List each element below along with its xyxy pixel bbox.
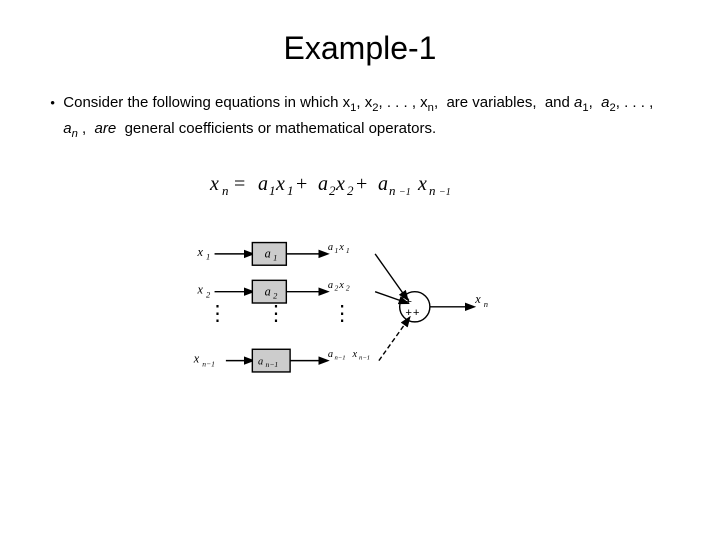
diagram-svg: x 1 a 1 a 1 x 1 x 2 a 2 a 2: [190, 220, 530, 420]
svg-text:+: +: [296, 173, 307, 195]
svg-text:x: x: [417, 173, 427, 195]
svg-text:+: +: [356, 173, 367, 195]
equation-svg: x n = a 1 x 1 + a 2 x 2 + a n −1 x n −1: [200, 162, 520, 202]
svg-text:x: x: [474, 292, 481, 306]
svg-text:n−1: n−1: [266, 360, 279, 369]
svg-text:+: +: [405, 307, 412, 319]
svg-text:a: a: [378, 173, 388, 195]
svg-text:n−1: n−1: [335, 355, 346, 362]
svg-text:x: x: [351, 349, 357, 360]
svg-text:1: 1: [287, 183, 294, 198]
svg-text:n: n: [222, 183, 229, 198]
block-diagram: x 1 a 1 a 1 x 1 x 2 a 2 a 2: [50, 220, 670, 510]
svg-text:x: x: [193, 351, 200, 365]
bullet-point: • Consider the following equations in wh…: [50, 91, 670, 144]
svg-text:=: =: [234, 173, 245, 195]
svg-text:x: x: [197, 282, 204, 296]
bullet-text: Consider the following equations in whic…: [63, 91, 670, 144]
svg-text:2: 2: [347, 183, 354, 198]
svg-text:n: n: [389, 183, 396, 198]
svg-text:+: +: [413, 307, 420, 319]
svg-text:a: a: [265, 247, 271, 261]
svg-text:2: 2: [335, 284, 339, 293]
svg-text:2: 2: [206, 289, 211, 299]
svg-text:1: 1: [269, 183, 276, 198]
svg-text:⋮: ⋮: [207, 302, 228, 325]
page-title: Example-1: [50, 30, 670, 67]
svg-text:a: a: [328, 242, 333, 253]
bullet-symbol: •: [50, 93, 55, 116]
svg-text:n: n: [484, 299, 488, 309]
svg-text:a: a: [258, 173, 268, 195]
svg-text:x: x: [275, 173, 285, 195]
svg-text:2: 2: [346, 284, 350, 293]
svg-text:a: a: [328, 349, 333, 360]
equation-display: x n = a 1 x 1 + a 2 x 2 + a n −1 x n −1: [50, 162, 670, 202]
svg-text:x: x: [338, 242, 344, 253]
svg-text:a: a: [258, 356, 263, 367]
svg-text:a: a: [265, 284, 271, 298]
svg-text:n−1: n−1: [359, 355, 370, 362]
svg-text:1: 1: [346, 246, 350, 255]
svg-text:x: x: [197, 245, 204, 259]
svg-text:x: x: [335, 173, 345, 195]
svg-text:1: 1: [273, 252, 277, 262]
svg-text:⋮: ⋮: [266, 302, 287, 325]
svg-text:1: 1: [335, 246, 339, 255]
svg-text:n−1: n−1: [202, 359, 215, 368]
svg-text:a: a: [318, 173, 328, 195]
svg-text:x: x: [209, 173, 219, 195]
svg-text:n: n: [429, 183, 436, 198]
svg-text:a: a: [328, 280, 333, 291]
svg-text:x: x: [338, 280, 344, 291]
svg-text:−1: −1: [439, 187, 451, 198]
svg-text:2: 2: [329, 183, 336, 198]
svg-text:⋮: ⋮: [332, 302, 353, 325]
svg-text:−1: −1: [399, 187, 411, 198]
svg-text:1: 1: [206, 251, 210, 261]
